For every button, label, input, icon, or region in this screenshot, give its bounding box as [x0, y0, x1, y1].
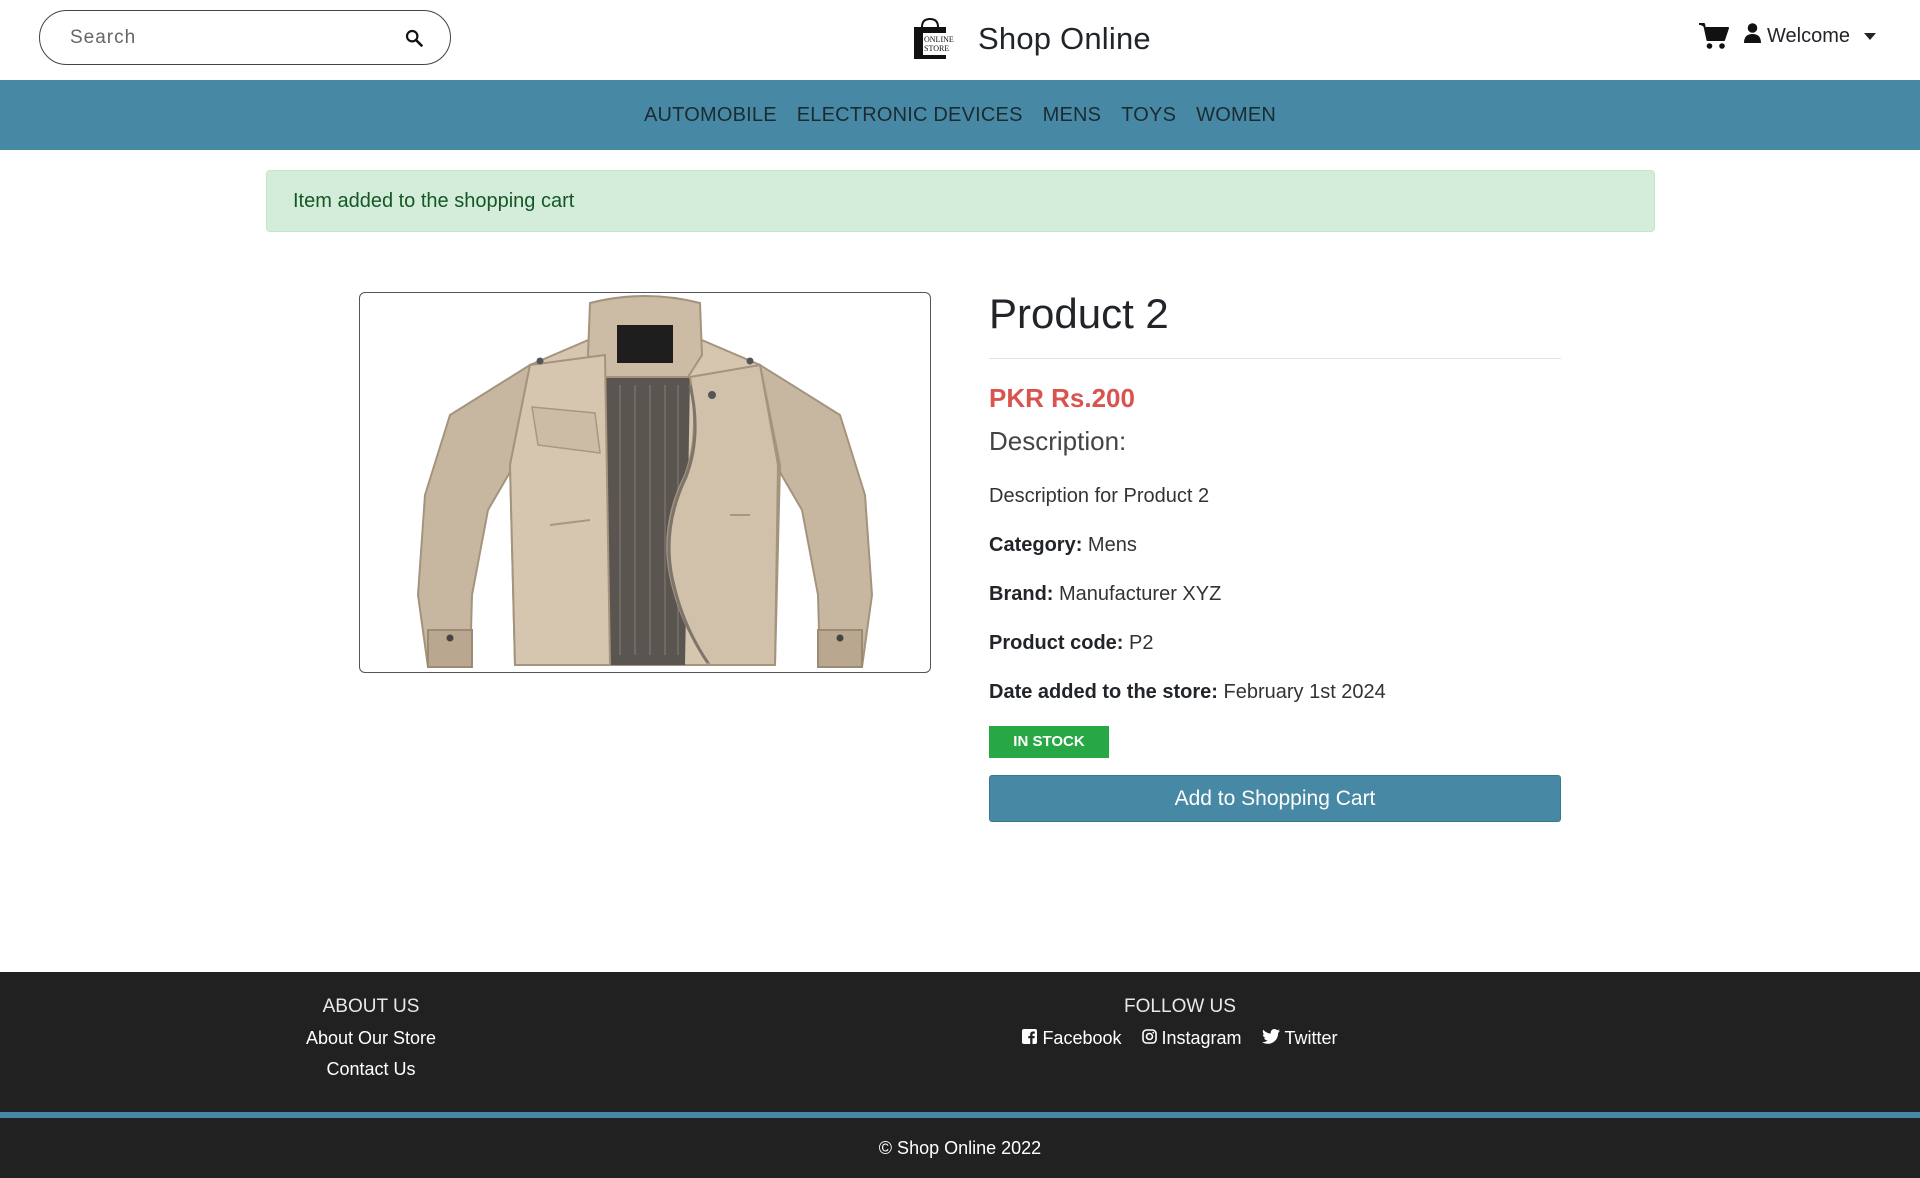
brand-label: Brand: — [989, 583, 1054, 605]
caret-down-icon — [1864, 32, 1876, 40]
footer: ABOUT US About Our Store Contact Us FOLL… — [0, 972, 1920, 1112]
date-added-row: Date added to the store: February 1st 20… — [989, 681, 1561, 704]
instagram-label: Instagram — [1161, 1028, 1242, 1048]
user-menu[interactable]: Welcome — [1744, 23, 1876, 49]
instagram-icon — [1141, 1028, 1157, 1049]
search-icon[interactable] — [400, 24, 428, 52]
product-image — [359, 292, 931, 673]
search-input[interactable] — [70, 26, 400, 49]
logo-text-line1: ONLINE — [924, 35, 954, 44]
social-links: Facebook Instagram Twitter — [980, 1028, 1380, 1049]
footer-follow: FOLLOW US Facebook Instagram Twitter — [980, 996, 1380, 1049]
category-label: Category: — [989, 534, 1083, 556]
category-row: Category: Mens — [989, 534, 1561, 557]
facebook-icon — [1022, 1028, 1038, 1049]
category-value: Mens — [1087, 534, 1137, 556]
jacket-image — [416, 295, 874, 668]
welcome-label: Welcome — [1767, 24, 1850, 47]
date-added-label: Date added to the store: — [989, 681, 1218, 703]
product-code-label: Product code: — [989, 632, 1124, 654]
nav-item-women[interactable]: WOMEN — [1196, 104, 1276, 127]
follow-heading: FOLLOW US — [1124, 996, 1236, 1017]
add-to-cart-button[interactable]: Add to Shopping Cart — [989, 775, 1561, 822]
stock-badge: IN STOCK — [989, 726, 1109, 758]
footer-about: ABOUT US About Our Store Contact Us — [230, 996, 512, 1080]
facebook-link[interactable]: Facebook — [1022, 1028, 1122, 1049]
twitter-link[interactable]: Twitter — [1261, 1028, 1338, 1049]
copyright-text: © Shop Online 2022 — [878, 1137, 1042, 1158]
nav-item-automobile[interactable]: AUTOMOBILE — [644, 104, 777, 127]
date-added-value: February 1st 2024 — [1223, 681, 1386, 703]
top-header: ONLINE STORE Shop Online Welcome — [0, 0, 1920, 80]
user-icon — [1744, 23, 1761, 49]
brand-row: Brand: Manufacturer XYZ — [989, 583, 1561, 606]
alert-message: Item added to the shopping cart — [293, 189, 575, 212]
twitter-label: Twitter — [1284, 1028, 1338, 1048]
facebook-label: Facebook — [1042, 1028, 1122, 1048]
header-actions: Welcome — [1698, 16, 1876, 56]
copyright-bar: © Shop Online 2022 — [0, 1118, 1920, 1178]
title-divider — [989, 358, 1561, 359]
store-logo-icon: ONLINE STORE — [908, 17, 958, 61]
cart-icon[interactable] — [1698, 22, 1730, 50]
about-store-link[interactable]: About Our Store — [230, 1028, 512, 1049]
twitter-icon — [1261, 1028, 1280, 1049]
nav-item-toys[interactable]: TOYS — [1121, 104, 1176, 127]
brand[interactable]: ONLINE STORE Shop Online — [908, 14, 1151, 64]
about-heading: ABOUT US — [322, 996, 420, 1017]
product-title: Product 2 — [989, 290, 1169, 337]
category-nav: AUTOMOBILE ELECTRONIC DEVICES MENS TOYS … — [0, 80, 1920, 150]
search-box[interactable] — [39, 10, 451, 65]
description-heading: Description: — [989, 426, 1127, 456]
brand-title[interactable]: Shop Online — [978, 21, 1151, 57]
instagram-link[interactable]: Instagram — [1141, 1028, 1242, 1049]
product-info: Product 2 PKR Rs.200 Description: Descri… — [989, 290, 1561, 822]
nav-item-mens[interactable]: MENS — [1043, 104, 1102, 127]
contact-us-link[interactable]: Contact Us — [230, 1059, 512, 1080]
brand-value: Manufacturer XYZ — [1059, 583, 1222, 605]
product-price: PKR Rs.200 — [989, 383, 1135, 413]
product-code-value: P2 — [1129, 632, 1154, 654]
success-alert: Item added to the shopping cart — [266, 170, 1655, 232]
product-code-row: Product code: P2 — [989, 632, 1561, 655]
nav-item-electronic-devices[interactable]: ELECTRONIC DEVICES — [797, 104, 1023, 127]
logo-text-line2: STORE — [924, 44, 949, 53]
description-text: Description for Product 2 — [989, 485, 1210, 507]
